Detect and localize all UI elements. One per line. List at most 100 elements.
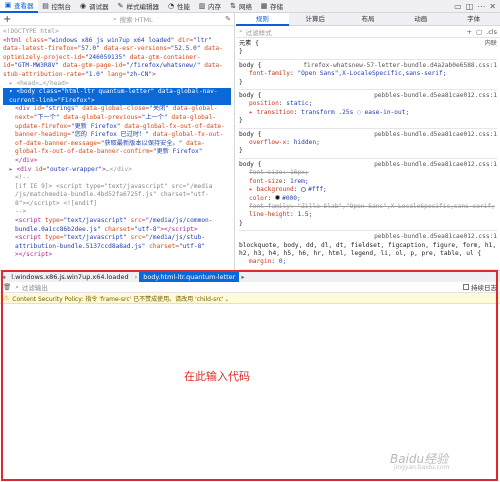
rule-source-link[interactable]: pebbles-bundle.d5ea81cae012.css:1 [374,92,497,100]
tab-storage[interactable]: ▦ 存储 [256,0,287,13]
css-value: 0; [278,258,287,266]
markup-line[interactable]: bundle.0a1cc86b2dee.js" charset="utf-8">… [3,226,231,235]
selected-node-line[interactable]: ▾ <body class="html-ltr quantum-letter" … [3,88,231,97]
markup-line[interactable]: <html class="windows x86 js win7up x64 l… [3,37,231,46]
devtools-toolbar: ▣ 查看器 ▤ 控制台 ◉ 调试器 ✎ 样式编辑器 ◔ 性能 ▥ 内存 ⇅ 网络 ▦ 存储 ▭ ◫ ⋯ ✕ [0,0,500,13]
css-declaration[interactable]: color: #000; [239,195,497,203]
css-rule: body {pebbles-bundle.d5ea81cae012.css:1 f… [239,161,497,232]
tab-style-editor[interactable]: ✎ 样式编辑器 [113,0,164,13]
rules-action-button[interactable]: ▢ [476,28,482,36]
more-icon[interactable]: ⋯ [477,2,485,11]
tab-console[interactable]: ▤ 控制台 [38,0,76,13]
breadcrumb-item[interactable]: l.windows.x86.js.win7up.x64.loaded [7,271,132,283]
rule-source-link[interactable]: firefox-whatsnew-57-letter-bundle.d4a2ab… [303,62,497,70]
frames-icon[interactable]: ▭ [454,2,462,11]
watermark-url: jingyan.baidu.com [394,464,450,471]
tab-debugger[interactable]: ◉ 调试器 [75,0,113,13]
rule-source-link[interactable]: pebbles-bundle.d5ea81cae012.css:1 [374,233,497,241]
css-declaration[interactable]: font-size: 16px; [239,169,497,177]
dock-icon[interactable]: ◫ [466,2,474,11]
rule-source-link[interactable]: pebbles-bundle.d5ea81cae012.css:1 [374,161,497,169]
memory-icon: ▥ [198,2,206,10]
rule-selector[interactable]: body { [239,92,261,100]
console-filter-input[interactable]: 过滤输出 [22,282,48,292]
tab-label: 查看器 [14,2,34,10]
css-declaration[interactable]: font-size: 1rem; [239,178,497,186]
css-declaration[interactable]: ▸ transition: transform .25s ◌ ease-in-o… [239,109,497,117]
markup-line[interactable]: 8"></script> <![endif] [3,200,231,209]
markup-line[interactable]: optimizely-project-id="246059135" data-g… [3,54,231,63]
chevron-left-icon[interactable]: ◂ [0,273,7,281]
rule-selector[interactable]: body { [239,62,261,70]
persist-checkbox[interactable] [463,284,469,290]
rules-action-button[interactable]: .cls [486,28,497,36]
console-filter-bar: 🗑 ⌕ 过滤输出 持续日志 [0,282,500,293]
markup-line[interactable]: attribution-bundle.5137ccd8a8ad.js" char… [3,243,231,252]
trash-icon[interactable]: 🗑 [3,283,11,291]
css-rule: body { firefox-whatsnew-57-letter-bundle.… [239,62,497,91]
css-property: font-size [249,177,283,185]
sidebar-tab[interactable]: 字体 [447,13,500,26]
rule-source-link[interactable]: pebbles-bundle.d5ea81cae012.css:1 [374,131,497,139]
css-property: color [249,194,268,202]
rule-selector[interactable]: body { [239,161,261,169]
rule-source-link[interactable]: 内联 [485,40,497,48]
markup-line[interactable]: ▸ <head>…</head> [3,80,231,89]
markup-line[interactable]: stub-attribution-rate="1.0" lang="zh-CN"… [3,71,231,80]
markup-line[interactable]: ▸ <div id="outer-wrapper">…</div> [3,166,231,175]
markup-line[interactable]: [if IE 9]> <script type="text/javascript… [3,183,231,192]
breadcrumb-item[interactable]: body.html-ltr.quantum-letter [139,270,240,283]
sidebar-tab[interactable]: 规则 [236,13,289,26]
markup-line[interactable]: next="下一个" data-global-previous="上一个" da… [3,114,231,123]
css-property: ▸ background [249,186,294,194]
tab-performance[interactable]: ◔ 性能 [163,0,194,13]
css-declaration[interactable]: margin: 0; [239,258,497,266]
rule-selector[interactable]: blockquote, body, dd, dl, dt, fieldset, … [239,242,497,259]
rules-filter-input[interactable]: 过滤样式 [246,27,272,37]
sidebar-tab[interactable]: 布局 [342,13,395,26]
markup-line[interactable]: </div> [3,157,231,166]
css-value: #000; [282,194,301,202]
add-node-icon[interactable]: + [3,14,13,25]
rules-filter-actions: + ▢ .cls [467,28,497,36]
markup-line[interactable]: id="GTM-MW3R8V" data-gtm-page-id="/firef… [3,62,231,71]
debugger-icon: ◉ [79,2,87,10]
devtools-tabs: ▣ 查看器 ▤ 控制台 ◉ 调试器 ✎ 样式编辑器 ◔ 性能 ▥ 内存 ⇅ 网络 ▦ 存储 [0,0,287,13]
markup-search-input[interactable]: ⌕ 搜索 HTML [113,14,153,25]
rule-selector[interactable]: 元素 { [239,40,259,48]
markup-line[interactable]: <div id="strings" data-global-close="关闭"… [3,105,231,114]
color-swatch-icon[interactable] [301,186,307,192]
tab-memory[interactable]: ▥ 内存 [194,0,225,13]
markup-line[interactable]: update-firefox="更新 Firefox" data-global-… [3,123,231,132]
sidebar-tab[interactable]: 计算后 [289,13,342,26]
markup-line[interactable]: /js/matchmedia-bundle.4bd52fa6725f.js" c… [3,191,231,200]
css-declaration[interactable]: overflow-x: hidden; [239,139,497,147]
css-declaration[interactable]: ▸ background: #fff; [239,186,497,194]
console-warning-row: ⚠ Content Security Policy: 指令 'frame-src… [0,293,500,304]
markup-line[interactable]: global-fx-out-of-date-banner-confirm="更新… [3,148,231,157]
css-declaration[interactable]: font-family: "Open Sans",X-LocaleSpecifi… [239,70,497,78]
css-declaration[interactable]: font-family: "Zilla Slab","Open Sans",X-… [239,203,497,211]
tab-network[interactable]: ⇅ 网络 [225,0,256,13]
markup-line[interactable]: <script type="text/javascript" src="/med… [3,217,231,226]
markup-line[interactable]: ></script> [3,251,231,260]
css-declaration[interactable]: position: static; [239,100,497,108]
eyedropper-icon[interactable]: ✎ [225,15,231,23]
chevron-right-icon[interactable]: ▸ [239,273,246,281]
markup-line[interactable]: banner-heading="您的 Firefox 已过时！" data-gl… [3,131,231,140]
markup-line[interactable]: --> [3,208,231,217]
color-swatch-icon[interactable] [275,195,281,200]
markup-line[interactable]: <!DOCTYPE html> [3,28,231,37]
persist-logs-toggle[interactable]: 持续日志 [463,282,497,292]
rule-selector[interactable]: body { [239,131,261,139]
sidebar-tab[interactable]: 动画 [394,13,447,26]
markup-line[interactable]: <!-- [3,174,231,183]
close-icon[interactable]: ✕ [489,2,496,11]
css-declaration[interactable]: line-height: 1.5; [239,211,497,219]
markup-line[interactable]: data-latest-firefox="57.0" data-esr-vers… [3,45,231,54]
rule-header: 元素 { 内联 [239,40,497,48]
markup-line[interactable]: <script type="text/javascript" src="/med… [3,234,231,243]
css-property: margin [249,258,272,266]
rules-action-button[interactable]: + [467,28,472,36]
tab-inspector[interactable]: ▣ 查看器 [0,0,38,13]
